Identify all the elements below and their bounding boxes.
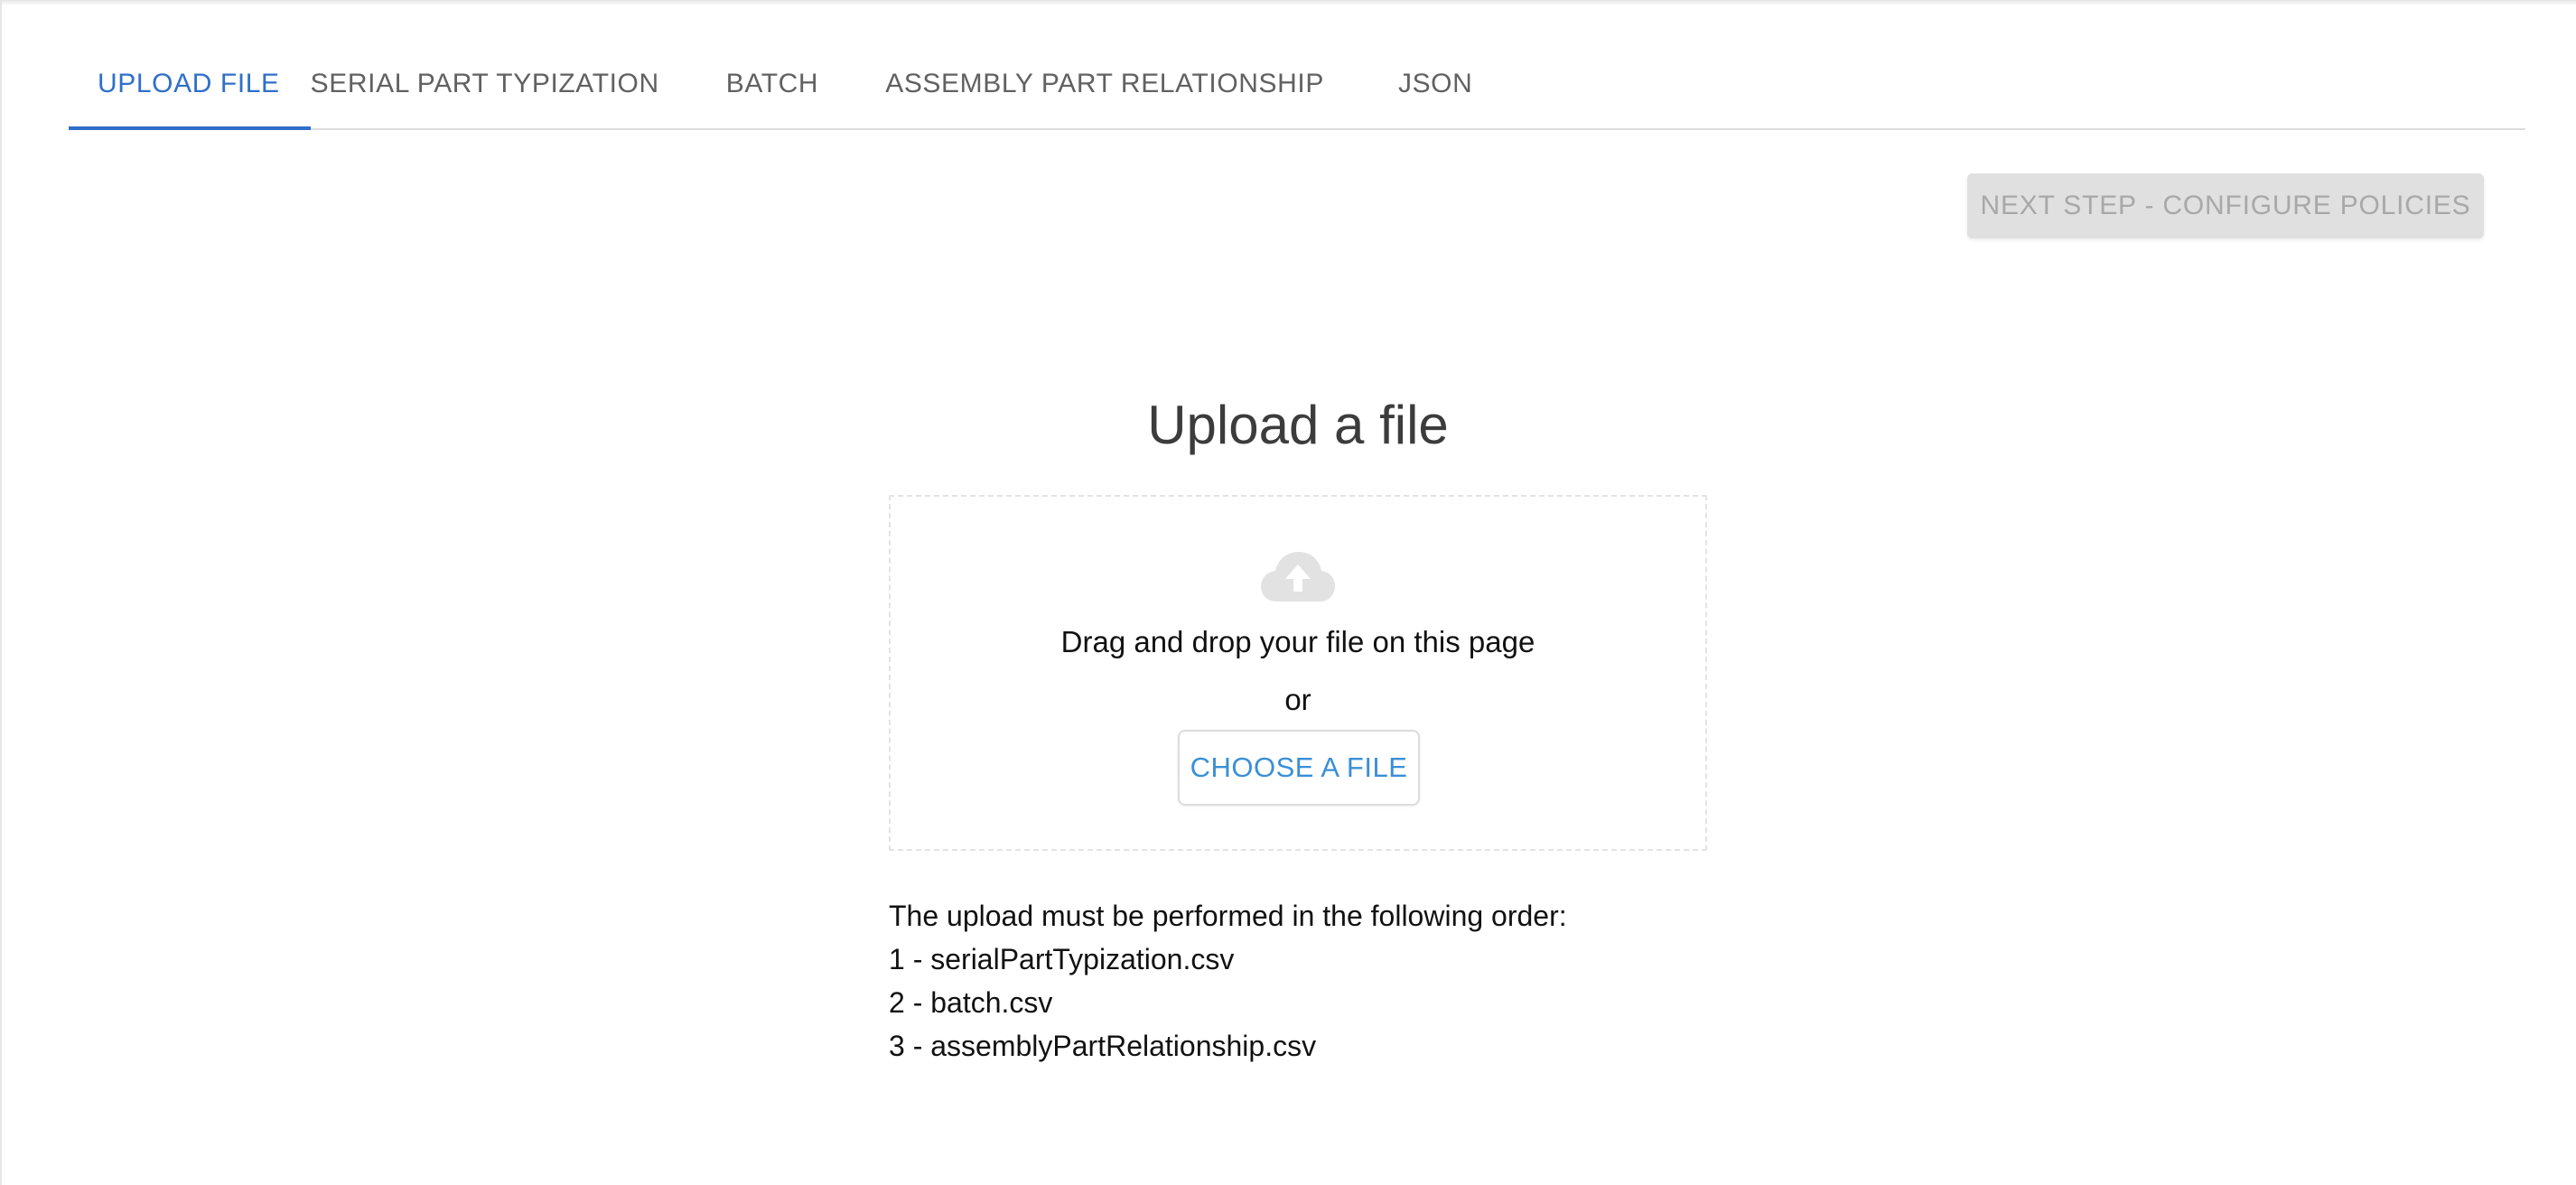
- page-title: Upload a file: [1147, 395, 1449, 455]
- tab-bar: UPLOAD FILE SERIAL PART TYPIZATION BATCH…: [69, 51, 2525, 130]
- instruction-step: 1 - serialPartTypization.csv: [889, 943, 1235, 975]
- tab-upload-file[interactable]: UPLOAD FILE: [69, 51, 311, 130]
- tab-batch[interactable]: BATCH: [726, 51, 885, 128]
- next-step-button[interactable]: NEXT STEP - CONFIGURE POLICIES: [1967, 173, 2484, 238]
- upload-page: UPLOAD FILE SERIAL PART TYPIZATION BATCH…: [0, 0, 2576, 1185]
- top-shadow: [2, 0, 2576, 5]
- instruction-step: 2 - batch.csv: [889, 986, 1053, 1019]
- drag-drop-text: Drag and drop your file on this page: [1060, 625, 1535, 658]
- instruction-step: 3 - assemblyPartRelationship.csv: [889, 1030, 1317, 1062]
- or-text: or: [1284, 683, 1311, 716]
- upload-order-instructions: The upload must be performed in the foll…: [889, 894, 1792, 1068]
- tab-json[interactable]: JSON: [1398, 51, 1501, 128]
- instructions-intro: The upload must be performed in the foll…: [889, 900, 1567, 932]
- tab-assembly-part-relationship[interactable]: ASSEMBLY PART RELATIONSHIP: [885, 51, 1398, 128]
- choose-file-button[interactable]: CHOOSE A FILE: [1178, 730, 1420, 806]
- file-dropzone[interactable]: Drag and drop your file on this page or …: [889, 495, 1707, 851]
- cloud-upload-icon: [1261, 552, 1335, 602]
- tab-serial-part-typization[interactable]: SERIAL PART TYPIZATION: [311, 51, 726, 128]
